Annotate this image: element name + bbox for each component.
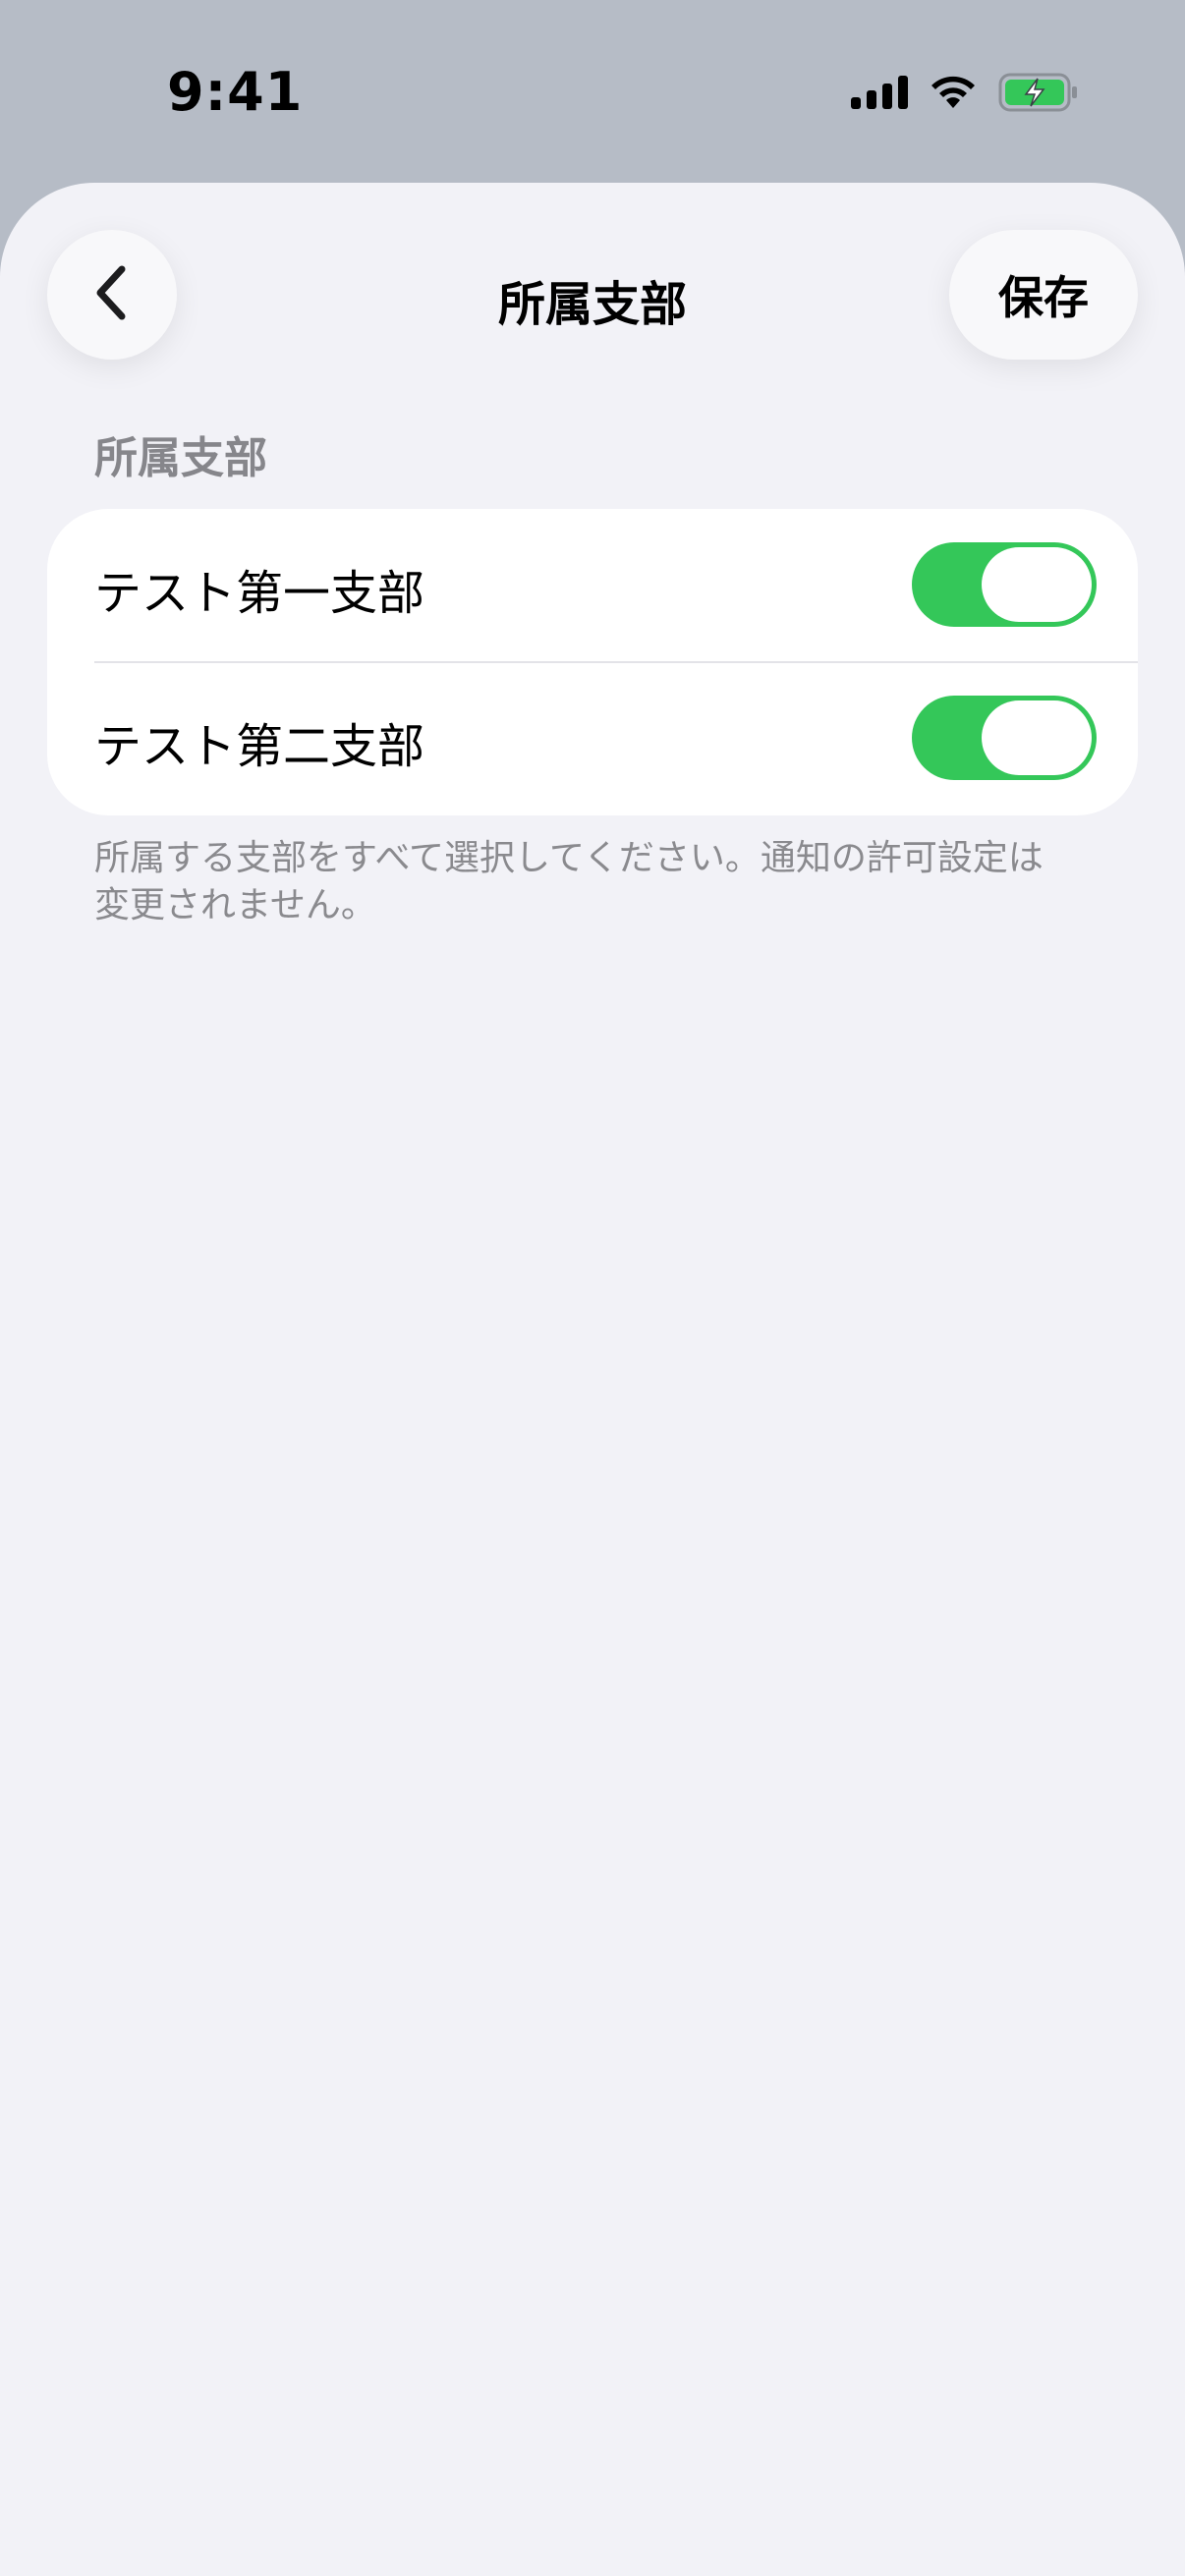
settings-sheet: 所属支部 保存 所属支部 テスト第一支部 テスト第二支部 所属する支部をすべて選…: [0, 183, 1185, 2576]
section-header: 所属支部: [94, 433, 267, 483]
branch-label: テスト第一支部: [94, 566, 425, 621]
branch-2-toggle[interactable]: [912, 696, 1097, 780]
cellular-signal-icon: [851, 76, 908, 113]
status-bar: 9:41: [0, 0, 1185, 187]
status-time: 9:41: [167, 61, 304, 123]
section-footer-note: 所属する支部をすべて選択してください。通知の許可設定は変更されません。: [94, 838, 1044, 925]
status-icons: [851, 73, 1079, 116]
battery-charging-icon: [998, 73, 1079, 116]
branch-label: テスト第二支部: [94, 719, 425, 774]
list-item-branch-1[interactable]: テスト第一支部: [47, 509, 1138, 663]
branch-list: テスト第一支部 テスト第二支部: [47, 509, 1138, 815]
list-item-branch-2[interactable]: テスト第二支部: [47, 662, 1138, 815]
save-button[interactable]: 保存: [949, 230, 1138, 360]
toggle-knob: [982, 547, 1092, 622]
wifi-icon: [930, 75, 977, 114]
branch-1-toggle[interactable]: [912, 542, 1097, 627]
toggle-knob: [982, 700, 1092, 775]
